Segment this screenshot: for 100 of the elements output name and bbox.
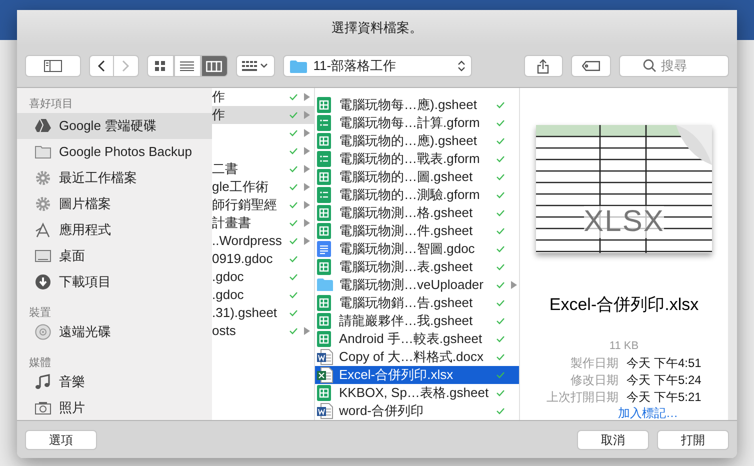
folder-row[interactable]: .gdoc xyxy=(212,286,314,304)
form-icon xyxy=(317,187,333,203)
sheet-icon xyxy=(317,259,333,275)
path-popup[interactable]: 11-部落格工作 xyxy=(283,55,472,77)
check-icon xyxy=(289,93,298,101)
form-icon xyxy=(317,151,333,167)
detail-label: 上次打開日期 xyxy=(546,389,619,406)
chevron-right-icon xyxy=(122,60,130,72)
folder-icon xyxy=(317,277,333,293)
file-size: 11 KB xyxy=(609,338,639,354)
file-row[interactable]: word-合併列印 xyxy=(315,402,519,420)
file-row[interactable]: 電腦玩物的…應).gsheet xyxy=(315,132,519,150)
sidebar-item[interactable]: 遠端光碟 xyxy=(17,318,212,344)
share-button[interactable] xyxy=(524,55,564,77)
file-row[interactable]: 電腦玩物測…智圖.gdoc xyxy=(315,240,519,258)
section-header: 裝置 xyxy=(28,306,52,318)
folder-row[interactable]: 作 xyxy=(212,88,314,106)
check-icon xyxy=(496,317,505,325)
check-icon xyxy=(496,371,505,379)
file-name: Excel-合併列印.xlsx xyxy=(549,294,699,316)
sidebar-toggle-button[interactable] xyxy=(25,55,81,77)
camera-icon xyxy=(35,400,51,416)
item-name: gle工作術 xyxy=(212,178,270,196)
search-field[interactable]: 搜尋 xyxy=(619,54,730,76)
check-icon xyxy=(496,155,505,163)
sheet-icon xyxy=(317,331,333,347)
folder-row[interactable]: 0919.gdoc xyxy=(212,250,314,268)
sidebar-item[interactable]: 圖片檔案 xyxy=(17,190,212,216)
sidebar-item[interactable]: 最近工作檔案 xyxy=(17,164,212,190)
file-row[interactable]: 電腦玩物測…格.gsheet xyxy=(315,204,519,222)
sidebar-item[interactable]: 應用程式 xyxy=(17,216,212,242)
check-icon xyxy=(289,201,298,209)
folder-row[interactable]: .31).gsheet xyxy=(212,304,314,322)
file-row[interactable]: Copy of 大…料格式.docx xyxy=(315,348,519,366)
file-row[interactable]: 電腦玩物的…戰表.gform xyxy=(315,150,519,168)
check-icon xyxy=(496,245,505,253)
detail-value: 今天 下午4:51 xyxy=(626,355,702,372)
folder-row[interactable]: 二書 xyxy=(212,160,314,178)
sidebar-item[interactable]: 音樂 xyxy=(17,368,212,394)
cancel-button[interactable]: 取消 xyxy=(577,430,649,450)
folder-row[interactable]: gle工作術 xyxy=(212,178,314,196)
file-row[interactable]: 電腦玩物每…計算.gform xyxy=(315,114,519,132)
check-icon xyxy=(289,111,298,119)
file-row[interactable]: 電腦玩物銷…告.gsheet xyxy=(315,294,519,312)
check-icon xyxy=(289,237,298,245)
check-icon xyxy=(496,209,505,217)
file-row[interactable]: Android 手…較表.gsheet xyxy=(315,330,519,348)
search-icon xyxy=(643,59,656,72)
file-row[interactable]: 電腦玩物測…件.gsheet xyxy=(315,222,519,240)
check-icon xyxy=(496,263,505,271)
item-name: 作 xyxy=(212,88,226,106)
check-icon xyxy=(496,137,505,145)
sidebar-item[interactable]: Google Photos Backup xyxy=(17,138,212,164)
view-icons-button[interactable] xyxy=(146,55,174,77)
file-row[interactable]: 電腦玩物的…圖.gsheet xyxy=(315,168,519,186)
folder-row[interactable]: 師行銷聖經 xyxy=(212,196,314,214)
check-icon xyxy=(496,281,505,289)
arrange-button[interactable] xyxy=(236,55,276,77)
sidebar-item[interactable]: 桌面 xyxy=(17,242,212,268)
arrange-icon xyxy=(242,61,268,71)
item-name: .gdoc xyxy=(212,268,245,286)
file-row[interactable]: 電腦玩物測…表.gsheet xyxy=(315,258,519,276)
detail-label: 製作日期 xyxy=(570,355,619,372)
item-name: 作 xyxy=(212,106,226,124)
check-icon xyxy=(496,227,505,235)
file-row[interactable]: 請龍巖夥伴…我.gsheet xyxy=(315,312,519,330)
sheet-icon xyxy=(317,205,333,221)
check-icon xyxy=(289,291,298,299)
options-button[interactable]: 選項 xyxy=(25,430,97,450)
file-row[interactable]: 電腦玩物測…veUploader xyxy=(315,276,519,294)
folder-row[interactable]: osts xyxy=(212,322,314,340)
check-icon xyxy=(289,327,298,335)
sidebar-item[interactable]: 下載項目 xyxy=(17,268,212,294)
file-row[interactable]: KKBOX, Sp…表格.gsheet xyxy=(315,384,519,402)
folder-row[interactable]: ..Wordpress xyxy=(212,232,314,250)
check-icon xyxy=(496,299,505,307)
file-row[interactable]: 電腦玩物的…測驗.gform xyxy=(315,186,519,204)
item-name: ..Wordpress xyxy=(212,232,283,250)
sidebar-item[interactable]: 照片 xyxy=(17,394,212,420)
folder-icon xyxy=(290,60,308,72)
file-row[interactable]: Excel-合併列印.xlsx xyxy=(315,366,519,384)
doc-icon xyxy=(317,241,333,257)
detail-value: 今天 下午5:21 xyxy=(626,389,702,406)
app-icon xyxy=(35,222,51,238)
back-button[interactable] xyxy=(88,55,114,77)
file-row[interactable]: 電腦玩物每…應).gsheet xyxy=(315,96,519,114)
add-tags-link[interactable]: 加入標記… xyxy=(618,406,678,420)
open-button[interactable]: 打開 xyxy=(657,430,729,450)
check-icon xyxy=(289,129,298,137)
word-document-icon xyxy=(317,349,333,365)
folder-row[interactable]: 計畫書 xyxy=(212,214,314,232)
check-icon xyxy=(289,273,298,281)
view-list-button[interactable] xyxy=(174,55,201,77)
view-columns-button[interactable] xyxy=(200,55,228,77)
tag-button[interactable] xyxy=(571,55,612,77)
folder-row[interactable]: .gdoc xyxy=(212,268,314,286)
folder-row[interactable]: 作 xyxy=(212,106,314,124)
sheet-icon xyxy=(317,295,333,311)
sidebar-item[interactable]: Google 雲端硬碟 xyxy=(17,112,212,138)
gear-icon xyxy=(35,170,51,186)
